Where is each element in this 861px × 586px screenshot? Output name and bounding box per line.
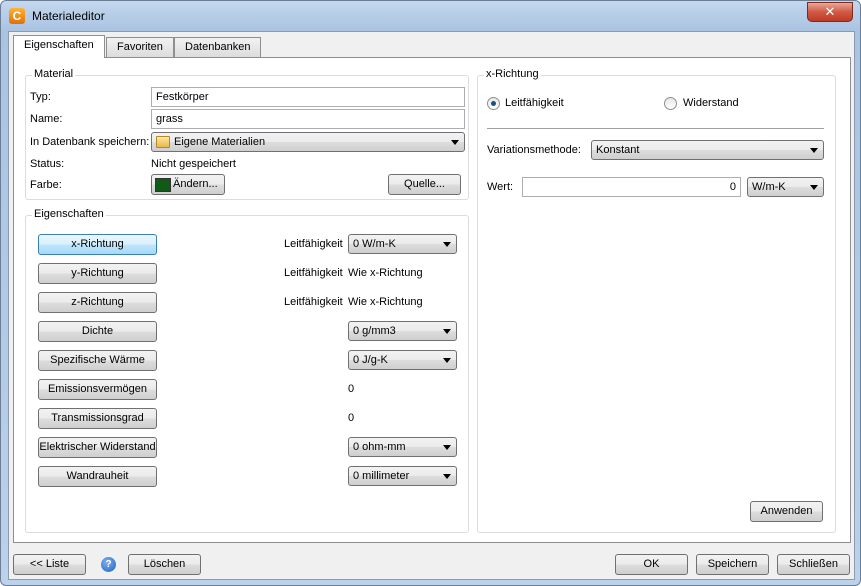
resistance-radio-label: Widerstand (683, 97, 739, 109)
chevron-down-icon (443, 329, 451, 334)
change-color-button[interactable]: Ändern... (151, 174, 225, 195)
variation-method-select[interactable]: Konstant (591, 140, 824, 160)
chevron-down-icon (810, 185, 818, 190)
value-unit-select[interactable]: W/m-K (747, 177, 824, 197)
footer-bar: << Liste ? Löschen OK Speichern Schließe… (9, 546, 854, 580)
property-value: 0 (348, 383, 355, 395)
material-editor-window: C Materialeditor ✕ Eigenschaften Favorit… (0, 0, 861, 586)
close-button[interactable]: Schließen (777, 554, 850, 575)
variation-method-value: Konstant (596, 144, 640, 156)
tab-eigenschaften[interactable]: Eigenschaften (13, 35, 105, 58)
variation-method-label: Variationsmethode: (487, 144, 581, 156)
status-value: Nicht gespeichert (151, 158, 236, 170)
x-direction-group-title: x-Richtung (484, 68, 541, 80)
material-group-title: Material (32, 68, 76, 80)
property-button-emissionsvermögen[interactable]: Emissionsvermögen (38, 379, 157, 400)
chevron-down-icon (443, 445, 451, 450)
window-title: Materialeditor (32, 9, 105, 23)
resistance-radio[interactable] (664, 97, 677, 110)
property-unit-select[interactable]: 0 ohm-mm (348, 437, 457, 457)
source-button[interactable]: Quelle... (388, 174, 461, 195)
property-unit-value: 0 millimeter (353, 470, 410, 482)
back-to-list-button[interactable]: << Liste (13, 554, 86, 575)
dialog-client: Eigenschaften Favoriten Datenbanken Mate… (8, 31, 855, 580)
conductivity-radio[interactable] (487, 97, 500, 110)
property-unit-select[interactable]: 0 g/mm3 (348, 321, 457, 341)
color-swatch (155, 178, 171, 192)
value-label: Wert: (487, 181, 514, 193)
name-label: Name: (30, 113, 63, 125)
properties-group-title: Eigenschaften (32, 208, 106, 220)
ok-button[interactable]: OK (615, 554, 688, 575)
properties-group: Eigenschaften x-Richtung Leitfähigkeit 0 W… (25, 208, 469, 533)
property-value: Wie x-Richtung (348, 296, 423, 308)
change-color-label: Ändern... (173, 178, 218, 190)
window-close-button[interactable]: ✕ (807, 2, 853, 22)
material-group: Material Typ: Festkörper Name: grass In … (25, 68, 469, 200)
property-unit-select[interactable]: 0 millimeter (348, 466, 457, 486)
property-label: Leitfähigkeit (284, 238, 343, 250)
property-button-z-richtung[interactable]: z-Richtung (38, 292, 157, 313)
name-field[interactable]: grass (151, 109, 465, 129)
chevron-down-icon (443, 474, 451, 479)
x-direction-group: x-Richtung Leitfähigkeit Widerstand Vari… (477, 68, 836, 533)
value-unit-value: W/m-K (752, 181, 786, 193)
app-logo-icon: C (9, 8, 25, 24)
property-button-dichte[interactable]: Dichte (38, 321, 157, 342)
property-value: Wie x-Richtung (348, 267, 423, 279)
type-field[interactable]: Festkörper (151, 87, 465, 107)
chevron-down-icon (443, 358, 451, 363)
property-button-transmissionsgrad[interactable]: Transmissionsgrad (38, 408, 157, 429)
property-unit-select[interactable]: 0 J/g-K (348, 350, 457, 370)
chevron-down-icon (451, 140, 459, 145)
chevron-down-icon (443, 242, 451, 247)
property-unit-select[interactable]: 0 W/m-K (348, 234, 457, 254)
folder-icon (156, 136, 170, 148)
conductivity-radio-label: Leitfähigkeit (505, 97, 564, 109)
tab-datenbanken[interactable]: Datenbanken (174, 37, 262, 57)
tab-panel: Material Typ: Festkörper Name: grass In … (13, 57, 851, 543)
database-label: In Datenbank speichern: (30, 136, 150, 148)
property-button-x-richtung[interactable]: x-Richtung (38, 234, 157, 255)
property-button-wandrauheit[interactable]: Wandrauheit (38, 466, 157, 487)
value-field[interactable]: 0 (522, 177, 741, 197)
property-button-elektrischer-widerstand[interactable]: Elektrischer Widerstand (38, 437, 157, 458)
property-value: 0 (348, 412, 355, 424)
color-label: Farbe: (30, 179, 62, 191)
chevron-down-icon (810, 148, 818, 153)
type-label: Typ: (30, 91, 51, 103)
delete-button[interactable]: Löschen (128, 554, 201, 575)
property-label: Leitfähigkeit (284, 296, 343, 308)
property-unit-value: 0 g/mm3 (353, 325, 396, 337)
property-button-y-richtung[interactable]: y-Richtung (38, 263, 157, 284)
tab-favoriten[interactable]: Favoriten (106, 37, 174, 57)
property-unit-value: 0 ohm-mm (353, 441, 406, 453)
status-label: Status: (30, 158, 65, 170)
apply-button[interactable]: Anwenden (750, 501, 823, 522)
help-icon[interactable]: ? (101, 557, 116, 572)
divider (487, 128, 824, 129)
property-button-spezifische-wärme[interactable]: Spezifische Wärme (38, 350, 157, 371)
database-select-value: Eigene Materialien (174, 136, 266, 148)
property-unit-value: 0 J/g-K (353, 354, 388, 366)
title-bar: C Materialeditor ✕ (1, 1, 860, 31)
property-label: Leitfähigkeit (284, 267, 343, 279)
property-unit-value: 0 W/m-K (353, 238, 396, 250)
save-button[interactable]: Speichern (696, 554, 769, 575)
database-select[interactable]: Eigene Materialien (151, 132, 465, 152)
